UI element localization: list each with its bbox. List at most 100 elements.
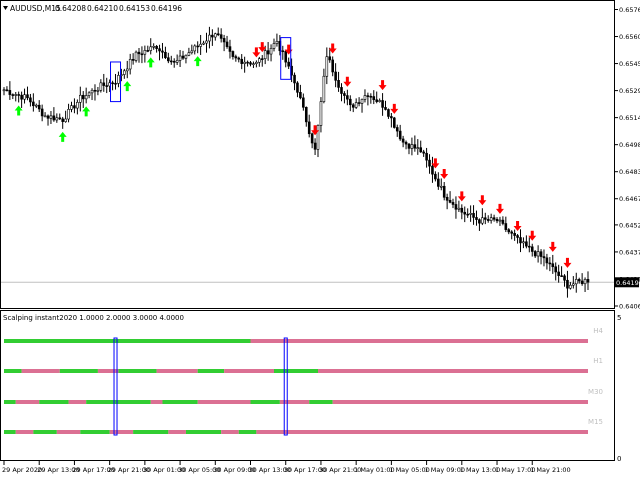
candle-body <box>32 101 35 107</box>
candle-body <box>586 279 590 283</box>
candle-body <box>146 50 150 52</box>
candle-body <box>128 59 132 70</box>
candle-body <box>569 284 572 289</box>
candle-body <box>5 89 9 92</box>
ohlc-open: 0.64208 <box>55 4 86 13</box>
candle-body <box>302 97 305 108</box>
candle-body <box>495 218 499 222</box>
candle-body <box>560 275 563 277</box>
candle-body <box>528 245 531 248</box>
candle-body <box>304 107 308 123</box>
y-tick-label: 0.65605 <box>619 33 640 41</box>
candle-body <box>413 144 417 149</box>
candle-body <box>431 165 434 175</box>
candle-body <box>489 217 493 221</box>
candle-body <box>61 118 64 122</box>
candle-body <box>249 62 252 65</box>
candle-body <box>410 144 414 149</box>
candle-body <box>58 117 62 120</box>
candle-body <box>574 279 578 285</box>
candle-body <box>299 92 302 99</box>
candle-body <box>428 159 431 167</box>
candle-body <box>117 75 120 84</box>
candle-body <box>393 117 396 128</box>
candle-body <box>369 95 373 98</box>
chart-canvas: AUDUSD,M15 0.64208 0.64210 0.64153 0.641… <box>0 0 640 474</box>
candle-body <box>310 133 314 144</box>
candle-body <box>237 57 241 60</box>
candle-body <box>202 42 205 45</box>
candle-body <box>231 51 235 57</box>
indicator-title: Scalping instant2020 1.0000 2.0000 3.000… <box>3 314 184 322</box>
candle-body <box>557 271 560 276</box>
candle-body <box>387 109 390 117</box>
candle-body <box>434 173 437 180</box>
y-tick-label: 0.65450 <box>619 60 640 68</box>
candle-body <box>366 95 370 97</box>
candle-body <box>325 56 329 77</box>
candle-body <box>114 82 117 85</box>
candle-body <box>513 232 516 236</box>
candle-body <box>102 82 106 86</box>
candle-body <box>105 85 109 87</box>
candle-body <box>222 38 226 43</box>
candle-body <box>208 34 211 42</box>
chart-root: AUDUSD,M15 0.64208 0.64210 0.64153 0.641… <box>0 0 640 480</box>
candle-body <box>577 279 581 282</box>
candle-body <box>469 213 472 215</box>
candle-body <box>533 251 537 257</box>
candle-body <box>23 94 26 100</box>
symbol-label: AUDUSD,M15 <box>10 4 61 13</box>
candle-body <box>143 50 147 55</box>
candle-body <box>272 43 276 49</box>
candle-body <box>313 142 317 150</box>
candle-body <box>99 82 103 91</box>
timeframe-label: H4 <box>593 327 603 335</box>
candle-body <box>131 59 135 61</box>
ohlc-close: 0.64196 <box>151 4 182 13</box>
candle-body <box>425 152 428 161</box>
candle-body <box>167 57 170 62</box>
candle-body <box>542 256 546 259</box>
candle-body <box>34 104 38 107</box>
candle-body <box>475 217 478 220</box>
candle-body <box>328 56 332 61</box>
candle-body <box>281 50 285 53</box>
main-panel-frame <box>0 0 615 309</box>
candle-body <box>460 207 464 213</box>
candle-body <box>566 279 569 289</box>
candle-body <box>516 235 519 238</box>
candle-body <box>340 87 343 94</box>
candle-body <box>137 51 141 55</box>
y-tick-label: 0.64525 <box>619 221 640 229</box>
candle-body <box>246 61 249 64</box>
candle-body <box>169 60 173 63</box>
y-tick-label: 0.65760 <box>619 6 640 14</box>
x-tick-label: 29 Apr 2020 <box>2 466 42 474</box>
candle-body <box>478 219 481 224</box>
candle-body <box>563 275 566 281</box>
candle-body <box>213 33 217 38</box>
candle-body <box>348 98 352 106</box>
candle-body <box>407 143 411 149</box>
candle-body <box>190 50 194 53</box>
candle-body <box>73 105 76 109</box>
candle-body <box>351 104 355 108</box>
candle-body <box>70 105 73 110</box>
candle-body <box>123 70 126 75</box>
candle-body <box>26 94 29 99</box>
candle-body <box>2 89 6 92</box>
candle-body <box>504 223 508 230</box>
candle-body <box>255 61 258 64</box>
candle-body <box>87 92 91 96</box>
candle-body <box>93 89 97 92</box>
candle-body <box>29 97 32 103</box>
candle-body <box>79 94 82 103</box>
candle-body <box>381 100 384 108</box>
candle-body <box>337 80 340 88</box>
candle-body <box>240 58 244 64</box>
candle-body <box>164 51 167 58</box>
candle-body <box>357 102 361 104</box>
candle-body <box>463 211 467 215</box>
candle-body <box>296 82 299 93</box>
